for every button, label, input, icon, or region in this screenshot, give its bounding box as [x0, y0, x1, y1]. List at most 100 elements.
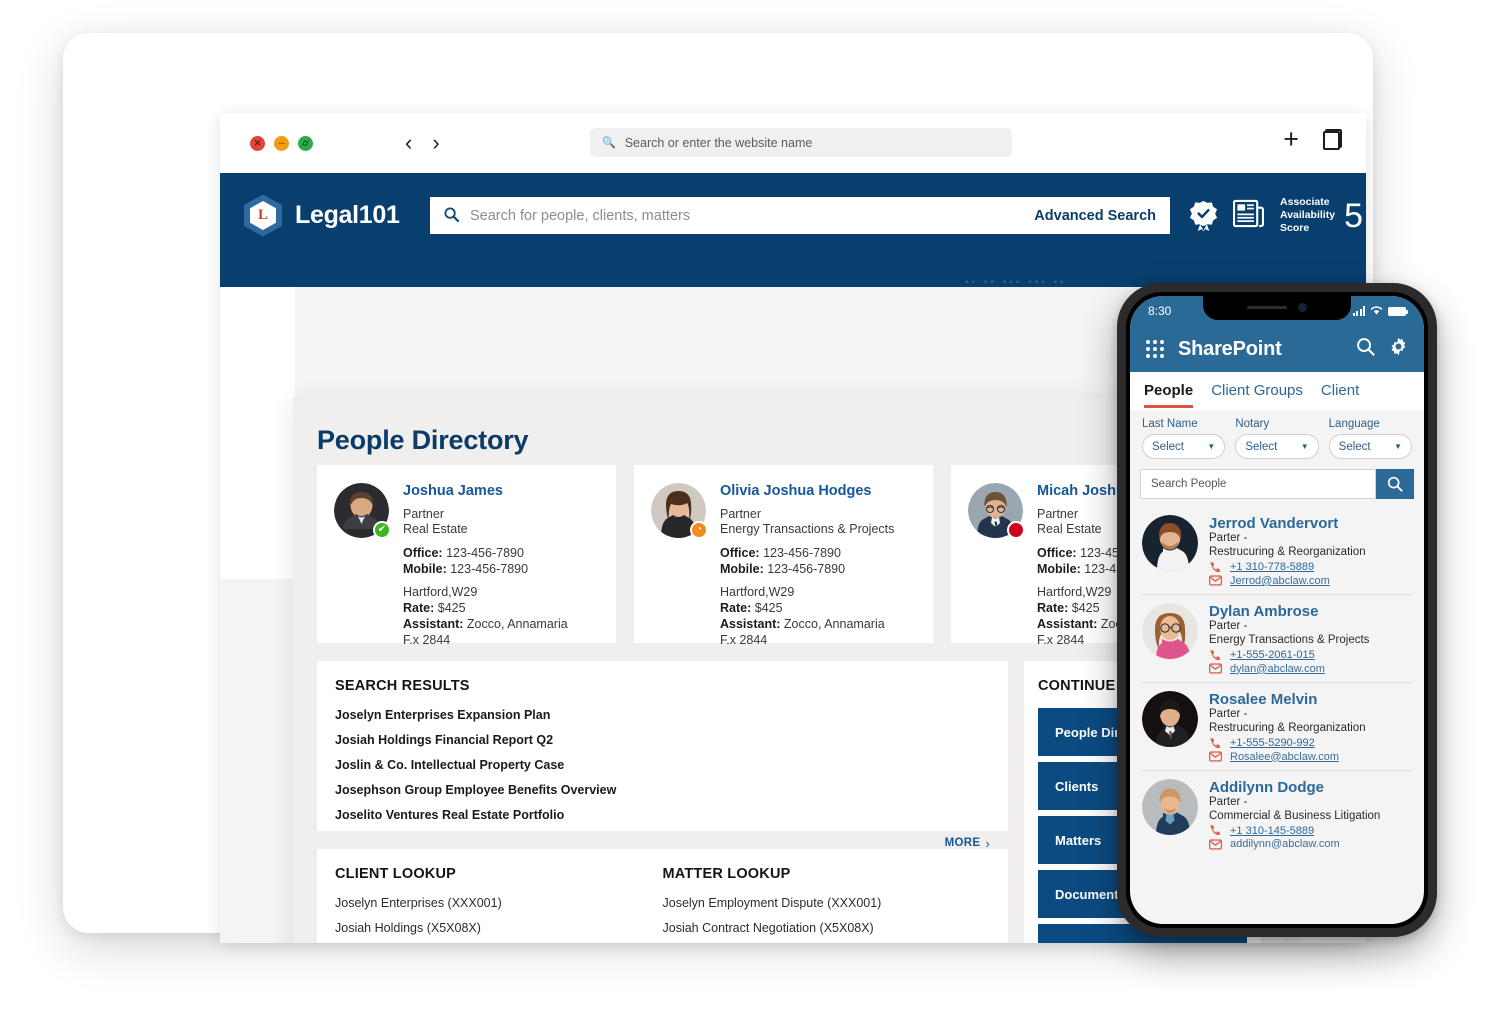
contact-name[interactable]: Addilynn Dodge — [1209, 779, 1412, 796]
contact-email[interactable]: Rosalee@abclaw.com — [1230, 751, 1339, 763]
omnibox[interactable]: 🔍 Search or enter the website name — [590, 128, 1012, 157]
tab-people[interactable]: People — [1144, 382, 1194, 408]
tab-client[interactable]: Client — [1321, 382, 1359, 401]
search-result-item[interactable]: Joselyn Enterprises Expansion Plan — [335, 708, 990, 722]
person-practice: Real Estate — [403, 522, 468, 537]
tab-client-groups[interactable]: Client Groups — [1211, 382, 1303, 401]
new-tab-icon[interactable]: + — [1283, 126, 1299, 153]
list-item[interactable]: Rosalee Melvin Parter - Restrucuring & R… — [1142, 683, 1412, 771]
contact-email[interactable]: dylan@abclaw.com — [1230, 663, 1325, 675]
contact-name[interactable]: Dylan Ambrose — [1209, 603, 1412, 620]
client-lookup-item[interactable]: Josiah Holdings (X5X08X) — [335, 921, 663, 935]
contact-phone[interactable]: +1 310-145-5889 — [1230, 825, 1314, 837]
search-results-card: SEARCH RESULTS Joselyn Enterprises Expan… — [317, 661, 1008, 851]
contact-phone-row[interactable]: +1 310-145-5889 — [1209, 824, 1412, 837]
contact-phone[interactable]: +1-555-2061-015 — [1230, 649, 1315, 661]
matter-lookup-item[interactable]: Josiah Contract Negotiation (X5X08X) — [663, 921, 991, 935]
person-card[interactable]: ◔ Olivia Joshua Hodges Partner Energy Tr… — [634, 465, 933, 647]
back-button[interactable]: ‹ — [405, 130, 412, 156]
mobile-label: Mobile: — [1037, 561, 1081, 576]
contact-phone[interactable]: +1 310-778-5889 — [1230, 561, 1314, 573]
filter-label: Last Name — [1142, 418, 1198, 430]
contact-phone[interactable]: +1-555-5290-992 — [1230, 737, 1315, 749]
person-fax: F.x 2844 — [403, 632, 451, 647]
person-rate: $425 — [1071, 600, 1100, 615]
contact-role: Parter - — [1209, 707, 1248, 720]
list-item[interactable]: Dylan Ambrose Parter - Energy Transactio… — [1142, 595, 1412, 683]
last-name-select[interactable]: Select ▼ — [1142, 434, 1226, 459]
client-lookup-item[interactable]: Joselyn Enterprises (XXX001) — [335, 896, 663, 910]
phone-icon — [1209, 824, 1223, 837]
mail-icon — [1209, 663, 1223, 674]
score-value: 5 — [1344, 196, 1363, 235]
contact-email-row[interactable]: Jerrod@abclaw.com — [1209, 575, 1412, 587]
filter-label: Notary — [1235, 418, 1270, 430]
forward-button[interactable]: › — [432, 130, 439, 156]
search-people-button[interactable] — [1376, 469, 1414, 499]
office-phone: 123-456-7890 — [446, 545, 524, 560]
search-result-item[interactable]: Joselito Ventures Real Estate Portfolio — [335, 808, 990, 822]
contact-name[interactable]: Jerrod Vandervort — [1209, 515, 1412, 532]
minimize-window-button[interactable]: ─ — [274, 135, 289, 151]
avatar — [1142, 778, 1198, 835]
search-result-item[interactable]: Joslin & Co. Intellectual Property Case — [335, 758, 990, 772]
matter-lookup-item[interactable]: Joselyn Employment Dispute (XXX001) — [663, 896, 991, 910]
search-icon[interactable] — [1356, 337, 1375, 361]
badge-check-icon[interactable] — [1188, 199, 1219, 232]
contact-email-row[interactable]: addilynn@abclaw.com — [1209, 838, 1412, 850]
notary-select[interactable]: Select ▼ — [1235, 434, 1319, 459]
matter-lookup-column: MATTER LOOKUP Joselyn Employment Dispute… — [663, 866, 991, 943]
contact-email[interactable]: addilynn@abclaw.com — [1230, 838, 1340, 850]
filter-label: Language — [1328, 418, 1380, 430]
close-window-button[interactable]: ✕ — [250, 135, 265, 151]
score-label-line2: Availability — [1280, 208, 1336, 221]
mobile-phone: 123-456-7890 — [767, 561, 846, 576]
contact-phone-row[interactable]: +1 310-778-5889 — [1209, 561, 1412, 574]
contact-email-row[interactable]: dylan@abclaw.com — [1209, 663, 1412, 675]
global-search-bar[interactable]: Search for people, clients, matters Adva… — [430, 197, 1170, 234]
search-icon — [444, 206, 460, 225]
contact-practice: Restrucuring & Reorganization — [1209, 721, 1366, 734]
chevron-down-icon: ▼ — [1394, 442, 1402, 451]
contact-name[interactable]: Rosalee Melvin — [1209, 691, 1412, 708]
advanced-search-link[interactable]: Advanced Search — [1034, 208, 1156, 224]
person-card[interactable]: ✔ Joshua James Partner Real Estate Offic… — [317, 465, 616, 647]
phone-icon — [1209, 649, 1223, 662]
app-launcher-icon[interactable] — [1146, 340, 1164, 358]
tab-overview-icon[interactable] — [1323, 129, 1342, 150]
person-assistant: Zocco, Annamaria — [783, 616, 885, 631]
contact-email-row[interactable]: Rosalee@abclaw.com — [1209, 751, 1412, 763]
list-item[interactable]: Addilynn Dodge Parter - Commercial & Bus… — [1142, 771, 1412, 858]
assistant-label: Assistant: — [720, 616, 781, 631]
client-lookup-column: CLIENT LOOKUP Joselyn Enterprises (XXX00… — [335, 866, 663, 943]
search-result-item[interactable]: Josiah Holdings Financial Report Q2 — [335, 733, 990, 747]
battery-icon — [1388, 306, 1408, 316]
language-select[interactable]: Select ▼ — [1328, 434, 1412, 459]
chevron-down-icon: ▼ — [1207, 442, 1216, 451]
gear-icon[interactable] — [1389, 337, 1408, 361]
avatar — [1142, 515, 1198, 571]
search-result-item[interactable]: Josephson Group Employee Benefits Overvi… — [335, 783, 990, 797]
search-people-input[interactable]: Search People — [1140, 469, 1376, 499]
lookup-card: CLIENT LOOKUP Joselyn Enterprises (XXX00… — [317, 849, 1008, 943]
person-location: Hartford,W29 — [403, 584, 478, 599]
person-name[interactable]: Joshua James — [403, 483, 599, 499]
list-item[interactable]: Jerrod Vandervort Parter - Restrucuring … — [1142, 507, 1412, 595]
browser-chrome: ✕ ─ ⌭ ‹ › 🔍 Search or enter the website … — [220, 113, 1366, 173]
brand[interactable]: L Legal101 — [244, 194, 414, 237]
contact-phone-row[interactable]: +1-555-5290-992 — [1209, 737, 1412, 750]
signal-icon — [1352, 306, 1365, 316]
contact-email[interactable]: Jerrod@abclaw.com — [1230, 575, 1330, 587]
phone-icon — [1209, 737, 1223, 750]
rate-label: Rate: — [720, 600, 752, 615]
maximize-window-button[interactable]: ⌭ — [298, 135, 313, 151]
contact-phone-row[interactable]: +1-555-2061-015 — [1209, 649, 1412, 662]
select-value: Select — [1152, 440, 1184, 453]
filter-notary: Notary Select ▼ — [1235, 418, 1319, 459]
score-label-line3: Score — [1280, 222, 1310, 235]
person-name[interactable]: Olivia Joshua Hodges — [720, 483, 916, 499]
filter-last-name: Last Name Select ▼ — [1142, 418, 1226, 459]
page-left-panel — [220, 287, 295, 579]
matter-lookup-title: MATTER LOOKUP — [662, 866, 791, 882]
news-icon[interactable] — [1232, 199, 1265, 232]
